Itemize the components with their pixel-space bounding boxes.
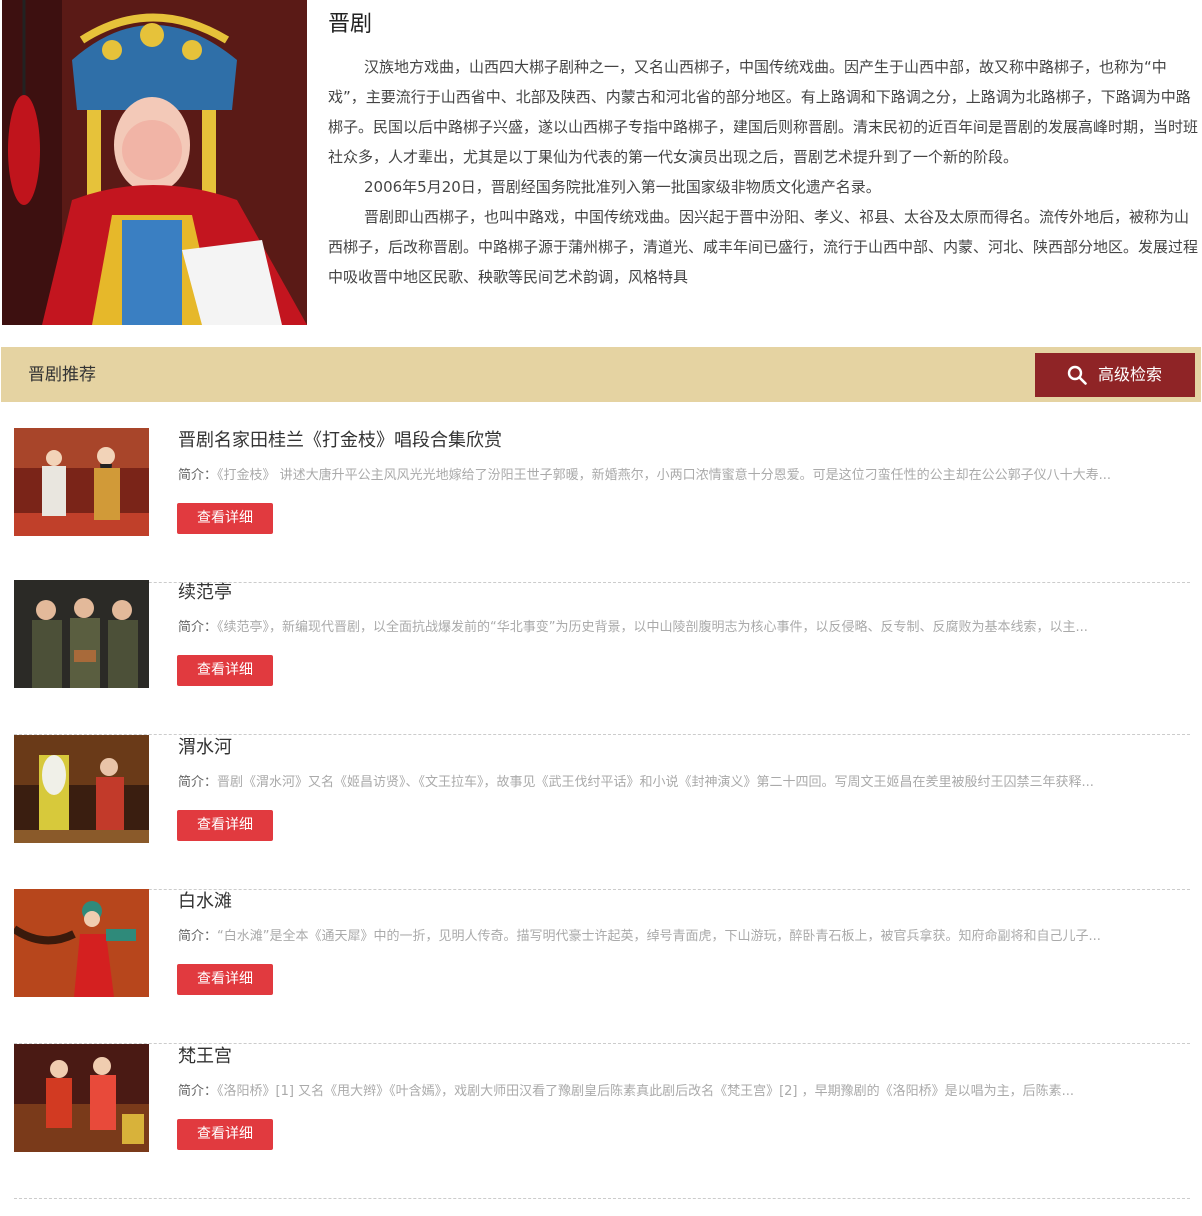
view-detail-button[interactable]: 查看详细 bbox=[177, 655, 273, 686]
jinju-performer-image bbox=[2, 0, 307, 325]
list-item: 晋剧名家田桂兰《打金枝》唱段合集欣赏 简介：《打金枝》 讲述大唐升平公主风风光光… bbox=[14, 428, 1190, 583]
item-title[interactable]: 渭水河 bbox=[178, 733, 232, 763]
item-title[interactable]: 白水滩 bbox=[178, 887, 232, 917]
list-item: 续范亭 简介：《续范亭》，新编现代晋剧，以全面抗战爆发前的“华北事变”为历史背景… bbox=[14, 580, 1190, 735]
list-item: 白水滩 简介：“白水滩”是全本《通天犀》中的一折，见明人传奇。描写明代豪士许起英… bbox=[14, 889, 1190, 1044]
opera-thumbnail[interactable] bbox=[14, 1044, 149, 1152]
advanced-search-label: 高级检索 bbox=[1098, 365, 1163, 384]
description-text: 《洛阳桥》[1] 又名《甩大辫》《叶含嫣》，戏剧大师田汉看了豫剧皇后陈素真此剧后… bbox=[217, 1084, 1075, 1099]
description-text: 《续范亭》，新编现代晋剧，以全面抗战爆发前的“华北事变”为历史背景，以中山陵剖腹… bbox=[217, 620, 1088, 635]
item-title[interactable]: 晋剧名家田桂兰《打金枝》唱段合集欣赏 bbox=[178, 426, 502, 456]
intro-paragraph: 汉族地方戏曲，山西四大梆子剧种之一，又名山西梆子，中国传统戏曲。因产生于山西中部… bbox=[328, 58, 1199, 166]
intro-paragraph: 2006年5月20日，晋剧经国务院批准列入第一批国家级非物质文化遗产名录。 bbox=[364, 178, 881, 196]
item-description: 简介：《打金枝》 讲述大唐升平公主风风光光地嫁给了汾阳王世子郭暖，新婚燕尔，小两… bbox=[178, 464, 1188, 488]
view-detail-button[interactable]: 查看详细 bbox=[177, 810, 273, 841]
intro-paragraph: 晋剧即山西梆子，也叫中路戏，中国传统戏曲。因兴起于晋中汾阳、孝义、祁县、太谷及太… bbox=[328, 208, 1199, 286]
opera-thumbnail[interactable] bbox=[14, 735, 149, 843]
description-text: 晋剧《渭水河》又名《姬昌访贤》、《文王拉车》，故事见《武王伐纣平话》和小说《封神… bbox=[217, 775, 1094, 790]
description-label: 简介： bbox=[178, 620, 218, 635]
view-detail-button[interactable]: 查看详细 bbox=[177, 503, 273, 534]
description-label: 简介： bbox=[178, 1084, 218, 1099]
description-text: 《打金枝》 讲述大唐升平公主风风光光地嫁给了汾阳王世子郭暖，新婚燕尔，小两口浓情… bbox=[217, 468, 1112, 483]
opera-thumbnail[interactable] bbox=[14, 889, 149, 997]
item-description: 简介：“白水滩”是全本《通天犀》中的一折，见明人传奇。描写明代豪士许起英，绰号青… bbox=[178, 925, 1188, 949]
opera-thumbnail[interactable] bbox=[14, 580, 149, 688]
item-description: 简介：晋剧《渭水河》又名《姬昌访贤》、《文王拉车》，故事见《武王伐纣平话》和小说… bbox=[178, 771, 1188, 795]
item-title[interactable]: 续范亭 bbox=[178, 578, 232, 608]
description-label: 简介： bbox=[178, 929, 218, 944]
item-description: 简介：《续范亭》，新编现代晋剧，以全面抗战爆发前的“华北事变”为历史背景，以中山… bbox=[178, 616, 1188, 640]
opera-thumbnail[interactable] bbox=[14, 428, 149, 536]
view-detail-button[interactable]: 查看详细 bbox=[177, 964, 273, 995]
list-item: 梵王宫 简介：《洛阳桥》[1] 又名《甩大辫》《叶含嫣》，戏剧大师田汉看了豫剧皇… bbox=[14, 1044, 1190, 1199]
description-text: “白水滩”是全本《通天犀》中的一折，见明人传奇。描写明代豪士许起英，绰号青面虎，… bbox=[217, 929, 1101, 944]
intro-title: 晋剧 bbox=[328, 12, 373, 37]
description-label: 简介： bbox=[178, 775, 218, 790]
item-description: 简介：《洛阳桥》[1] 又名《甩大辫》《叶含嫣》，戏剧大师田汉看了豫剧皇后陈素真… bbox=[178, 1080, 1188, 1104]
recommend-bar: 晋剧推荐 高级检索 bbox=[1, 347, 1201, 402]
list-item: 渭水河 简介：晋剧《渭水河》又名《姬昌访贤》、《文王拉车》，故事见《武王伐纣平话… bbox=[14, 735, 1190, 890]
search-icon bbox=[1067, 365, 1087, 385]
description-label: 简介： bbox=[178, 468, 218, 483]
advanced-search-button[interactable]: 高级检索 bbox=[1035, 353, 1195, 397]
intro-section: 晋剧 汉族地方戏曲，山西四大梆子剧种之一，又名山西梆子，中国传统戏曲。因产生于山… bbox=[0, 0, 1202, 330]
recommend-title: 晋剧推荐 bbox=[28, 365, 96, 385]
item-title[interactable]: 梵王宫 bbox=[178, 1042, 232, 1072]
intro-body: 汉族地方戏曲，山西四大梆子剧种之一，又名山西梆子，中国传统戏曲。因产生于山西中部… bbox=[328, 52, 1198, 292]
view-detail-button[interactable]: 查看详细 bbox=[177, 1119, 273, 1150]
